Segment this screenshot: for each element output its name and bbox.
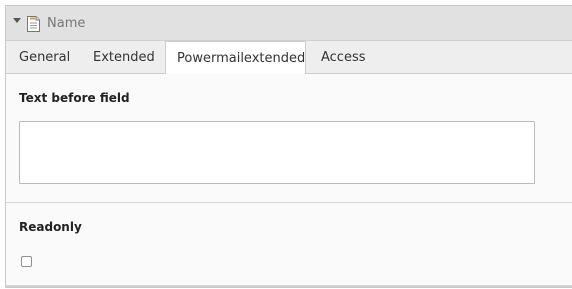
tab-extended[interactable]: Extended [93, 41, 155, 74]
tab-bar: General Extended Powermailextended Acces… [6, 41, 572, 75]
text-before-field-input[interactable] [19, 121, 535, 184]
tab-powermailextended[interactable]: Powermailextended [165, 41, 306, 75]
section-divider [6, 202, 572, 203]
panel-bottom-border [6, 285, 572, 287]
record-panel: Name General Extended Powermailextended … [5, 5, 572, 288]
readonly-checkbox[interactable] [21, 256, 32, 267]
tab-content: Text before field Readonly [6, 74, 572, 285]
text-before-field-label: Text before field [19, 91, 130, 105]
panel-header: Name [6, 6, 572, 41]
document-icon [27, 16, 40, 32]
tab-general[interactable]: General [19, 41, 70, 74]
tab-access[interactable]: Access [321, 41, 366, 74]
record-title: Name [47, 16, 86, 31]
readonly-label: Readonly [19, 220, 82, 234]
collapse-toggle-icon[interactable] [13, 18, 21, 23]
